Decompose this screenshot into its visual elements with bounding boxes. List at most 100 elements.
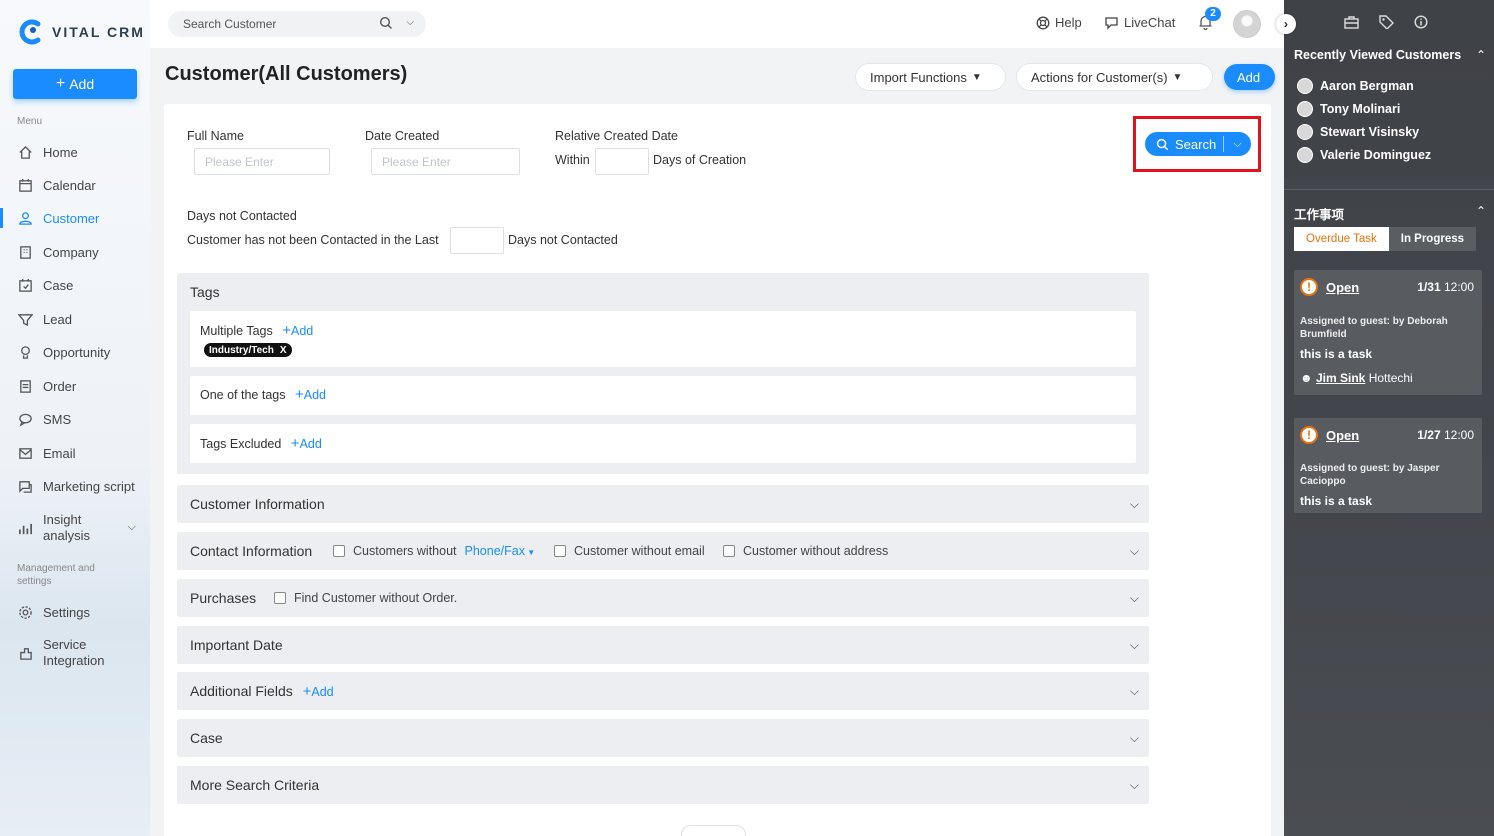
recent-customer-item[interactable]: Aaron Bergman — [1297, 78, 1414, 94]
contact-information-section[interactable]: Contact Information Customers without Ph… — [177, 532, 1149, 570]
chevron-down-icon[interactable]: ⌵ — [1130, 778, 1139, 793]
tab-overdue-task[interactable]: Overdue Task — [1294, 227, 1389, 251]
additional-fields-add-link[interactable]: +Add — [303, 683, 334, 700]
livechat-link[interactable]: LiveChat — [1104, 15, 1175, 30]
not-contacted-days-input[interactable] — [450, 227, 504, 254]
days-of-creation-label: Days of Creation — [653, 153, 747, 167]
chevron-down-icon[interactable]: ⌵ — [1130, 591, 1139, 606]
import-functions-button[interactable]: Import Functions ▼ — [856, 64, 1005, 90]
without-address-checkbox[interactable] — [723, 545, 735, 557]
one-of-tags-add-link[interactable]: +Add — [295, 386, 326, 403]
collapse-handle[interactable] — [681, 825, 746, 836]
sidebar-item-settings[interactable]: Settings — [0, 598, 150, 626]
task-person-link[interactable]: Jim Sink — [1316, 371, 1365, 385]
important-date-section[interactable]: Important Date ⌵ — [177, 626, 1149, 664]
customer-information-section[interactable]: Customer Information ⌵ — [177, 485, 1149, 523]
add-customer-button[interactable]: Add — [1224, 64, 1275, 90]
search-icon[interactable] — [379, 16, 393, 30]
actions-for-customers-button[interactable]: Actions for Customer(s) ▼ — [1017, 64, 1212, 90]
logo-text: VITAL CRM — [52, 24, 145, 40]
sidebar-item-order[interactable]: Order — [0, 372, 150, 400]
customer-without-address-option[interactable]: Customer without address — [723, 544, 888, 558]
full-name-input[interactable] — [194, 148, 330, 175]
tag-remove-button[interactable]: X — [280, 345, 287, 356]
additional-fields-section[interactable]: Additional Fields +Add ⌵ — [177, 672, 1149, 710]
help-link[interactable]: Help — [1036, 15, 1082, 30]
right-panel-toggle[interactable]: › — [1276, 14, 1296, 34]
relative-created-date-label: Relative Created Date — [555, 129, 678, 143]
sidebar-item-company[interactable]: Company — [0, 238, 150, 266]
chat-icon — [1105, 16, 1118, 30]
relative-days-input[interactable] — [595, 148, 649, 175]
avatar — [1297, 147, 1313, 163]
sidebar-item-home[interactable]: Home — [0, 138, 150, 166]
task-status-link[interactable]: Open — [1326, 428, 1359, 443]
help-icon — [1036, 16, 1050, 29]
management-label: Management and settings — [17, 563, 95, 587]
sidebar-item-marketing-script[interactable]: Marketing script — [0, 472, 150, 500]
chevron-down-icon[interactable]: ⌵ — [1130, 497, 1139, 512]
chevron-down-icon[interactable]: ⌵ — [128, 521, 136, 534]
sidebar-item-service-integration[interactable]: Service Integration — [0, 634, 150, 672]
without-order-option[interactable]: Find Customer without Order. — [274, 591, 457, 605]
chevron-up-icon[interactable]: ⌃ — [1476, 204, 1486, 218]
chevron-down-icon[interactable]: ⌵ — [1130, 638, 1139, 653]
integration-icon — [20, 647, 32, 660]
search-highlight-box: Search ⌵ — [1133, 116, 1261, 172]
panel-divider[interactable] — [1284, 178, 1494, 190]
date-created-input[interactable] — [371, 148, 520, 175]
not-contacted-suffix: Days not Contacted — [508, 233, 618, 247]
sidebar-item-email[interactable]: Email — [0, 439, 150, 467]
recent-customer-item[interactable]: Stewart Visinsky — [1297, 124, 1419, 140]
phone-fax-dropdown[interactable]: Phone/Fax ▼ — [465, 544, 536, 558]
customers-without-phone-option[interactable]: Customers without Phone/Fax ▼ — [333, 544, 535, 558]
task-card[interactable]: ! Open 1/27 12:00 Assigned to guest: by … — [1294, 418, 1482, 513]
more-search-criteria-section[interactable]: More Search Criteria ⌵ — [177, 766, 1149, 804]
briefcase-icon[interactable] — [1344, 15, 1359, 29]
app-logo[interactable]: VITAL CRM — [16, 18, 145, 46]
customer-search-input[interactable] — [183, 17, 373, 31]
email-icon — [19, 447, 32, 459]
sidebar-item-customer[interactable]: Customer — [0, 204, 150, 232]
sidebar-item-case[interactable]: Case — [0, 271, 150, 299]
chevron-down-icon: ▼ — [1172, 71, 1183, 83]
task-assignment: Assigned to guest: by Deborah Brumfield — [1300, 316, 1448, 340]
chevron-down-icon[interactable]: ⌵ — [1130, 684, 1139, 699]
chevron-down-icon[interactable]: ⌵ — [1224, 138, 1251, 151]
sidebar-item-insight-analysis[interactable]: Insight analysis ⌵ — [0, 509, 150, 547]
sidebar-item-calendar[interactable]: Calendar — [0, 171, 150, 199]
search-button[interactable]: Search ⌵ — [1145, 132, 1251, 156]
without-order-checkbox[interactable] — [274, 592, 286, 604]
sidebar-item-opportunity[interactable]: Opportunity — [0, 338, 150, 366]
without-email-checkbox[interactable] — [554, 545, 566, 557]
tab-in-progress[interactable]: In Progress — [1388, 227, 1477, 251]
chevron-down-icon[interactable]: ⌵ — [1130, 731, 1139, 746]
one-of-tags-label: One of the tags +Add — [200, 386, 326, 403]
within-label: Within — [555, 153, 590, 167]
recent-customer-item[interactable]: Tony Molinari — [1297, 101, 1400, 117]
chevron-down-icon[interactable]: ⌵ — [406, 17, 414, 28]
chevron-down-icon[interactable]: ⌵ — [1130, 544, 1139, 559]
tag-icon[interactable] — [1379, 15, 1394, 29]
tags-excluded-add-link[interactable]: +Add — [291, 435, 322, 452]
info-icon[interactable] — [1414, 15, 1428, 29]
purchases-section[interactable]: Purchases Find Customer without Order. ⌵ — [177, 579, 1149, 617]
task-card[interactable]: ! Open 1/31 12:00 Assigned to guest: by … — [1294, 270, 1482, 395]
customers-without-checkbox[interactable] — [333, 545, 345, 557]
sidebar-item-lead[interactable]: Lead — [0, 305, 150, 333]
sidebar-item-sms[interactable]: SMS — [0, 405, 150, 433]
multiple-tags-add-link[interactable]: +Add — [282, 322, 313, 339]
chevron-up-icon[interactable]: ⌃ — [1476, 48, 1486, 62]
recent-customer-item[interactable]: Valerie Dominguez — [1297, 147, 1431, 163]
avatar — [1297, 101, 1313, 117]
customer-without-email-option[interactable]: Customer without email — [554, 544, 705, 558]
user-avatar[interactable] — [1233, 10, 1261, 38]
date-created-label: Date Created — [365, 129, 440, 143]
case-icon — [19, 278, 32, 292]
task-status-link[interactable]: Open — [1326, 280, 1359, 295]
case-section[interactable]: Case ⌵ — [177, 719, 1149, 757]
search-button-main[interactable]: Search — [1145, 132, 1223, 156]
logo-icon — [19, 19, 41, 45]
tags-title: Tags — [190, 284, 220, 300]
sidebar-add-button[interactable]: + Add — [13, 69, 137, 99]
